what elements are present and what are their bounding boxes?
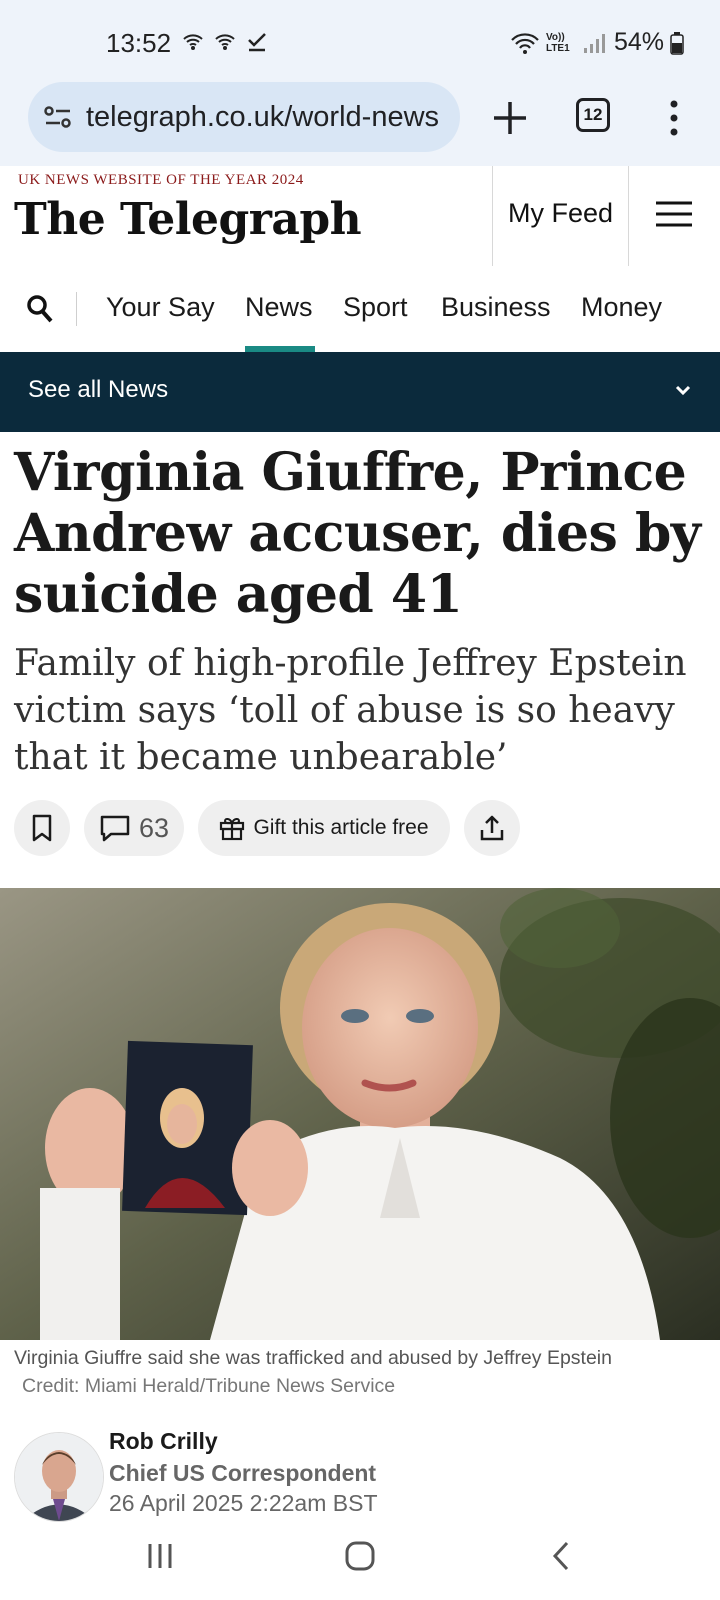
nav-item-your-say[interactable]: Your Say: [106, 292, 215, 323]
author-avatar-illustration: [15, 1433, 103, 1521]
more-options-icon[interactable]: [664, 98, 684, 138]
section-nav: Your Say News Sport Business Money: [0, 266, 720, 352]
header-divider: [628, 166, 629, 266]
author-name[interactable]: Rob Crilly: [109, 1428, 218, 1455]
my-feed-button[interactable]: My Feed: [508, 198, 613, 229]
nav-item-news[interactable]: News: [245, 292, 313, 323]
battery-icon: [670, 31, 684, 55]
wifi-icon: [511, 32, 539, 54]
comments-button[interactable]: 63: [84, 800, 184, 856]
download-done-icon: [248, 33, 266, 52]
comment-icon: [100, 815, 130, 842]
share-icon: [480, 815, 504, 841]
tab-switcher-button[interactable]: 12: [576, 98, 610, 132]
award-banner: UK NEWS WEBSITE OF THE YEAR 2024: [18, 172, 304, 188]
comment-count: 63: [138, 812, 170, 843]
wifi-hotspot-icon: [183, 34, 203, 50]
status-system-icons: Vo)) LTE1 54%: [510, 28, 684, 57]
url-text: telegraph.co.uk/world-news: [86, 100, 440, 133]
site-settings-icon[interactable]: [44, 106, 72, 128]
header-divider: [492, 166, 493, 266]
see-all-news-label: See all News: [28, 376, 169, 403]
status-notification-icons: [182, 30, 268, 52]
share-button[interactable]: [464, 800, 520, 856]
status-time: 13:52: [106, 28, 172, 58]
new-tab-icon[interactable]: [488, 96, 532, 140]
gift-icon: [220, 817, 245, 841]
gift-article-button[interactable]: Gift this article free: [198, 800, 450, 856]
wifi-hotspot-icon: [215, 34, 235, 50]
system-navigation-bar: [0, 1524, 720, 1600]
author-avatar[interactable]: [14, 1432, 104, 1522]
home-icon[interactable]: [344, 1540, 376, 1572]
search-icon[interactable]: [26, 294, 54, 324]
nav-item-money[interactable]: Money: [581, 292, 662, 323]
bookmark-button[interactable]: [14, 800, 70, 856]
site-header: UK NEWS WEBSITE OF THE YEAR 2024 The Tel…: [0, 166, 720, 267]
image-caption: Virginia Giuffre said she was trafficked…: [14, 1344, 714, 1400]
status-bar: 13:52 Vo)) LTE1 54%: [0, 0, 720, 82]
address-bar[interactable]: telegraph.co.uk/world-news: [28, 82, 460, 152]
browser-toolbar: telegraph.co.uk/world-news 12: [0, 82, 720, 167]
article-standfirst: Family of high-profile Jeffrey Epstein v…: [14, 643, 687, 778]
article-lead-image[interactable]: [0, 888, 720, 1340]
back-icon[interactable]: [550, 1540, 572, 1572]
lead-photo-illustration: [0, 888, 720, 1340]
nav-divider: [76, 292, 77, 326]
author-role: Chief US Correspondent: [109, 1460, 377, 1486]
bookmark-icon: [32, 814, 52, 842]
nav-item-sport[interactable]: Sport: [343, 292, 408, 323]
article-headline: Virginia Giuffre, Prince Andrew accuser,…: [14, 442, 701, 625]
telegraph-logo[interactable]: The Telegraph: [14, 194, 362, 245]
signal-icon: [583, 33, 605, 53]
network-type-label: Vo)) LTE1: [545, 31, 570, 54]
see-all-news-bar[interactable]: See all News: [0, 352, 720, 432]
publish-date: 26 April 2025 2:22am BST: [109, 1490, 378, 1516]
hamburger-menu-icon[interactable]: [656, 200, 692, 228]
chevron-down-icon: [675, 385, 691, 396]
gift-article-label: Gift this article free: [253, 816, 429, 839]
nav-item-business[interactable]: Business: [441, 292, 551, 323]
recent-apps-icon[interactable]: [146, 1542, 174, 1570]
image-credit: Credit: Miami Herald/Tribune News Servic…: [22, 1375, 396, 1397]
battery-percent: 54%: [613, 28, 664, 56]
caption-text: Virginia Giuffre said she was trafficked…: [14, 1347, 612, 1369]
